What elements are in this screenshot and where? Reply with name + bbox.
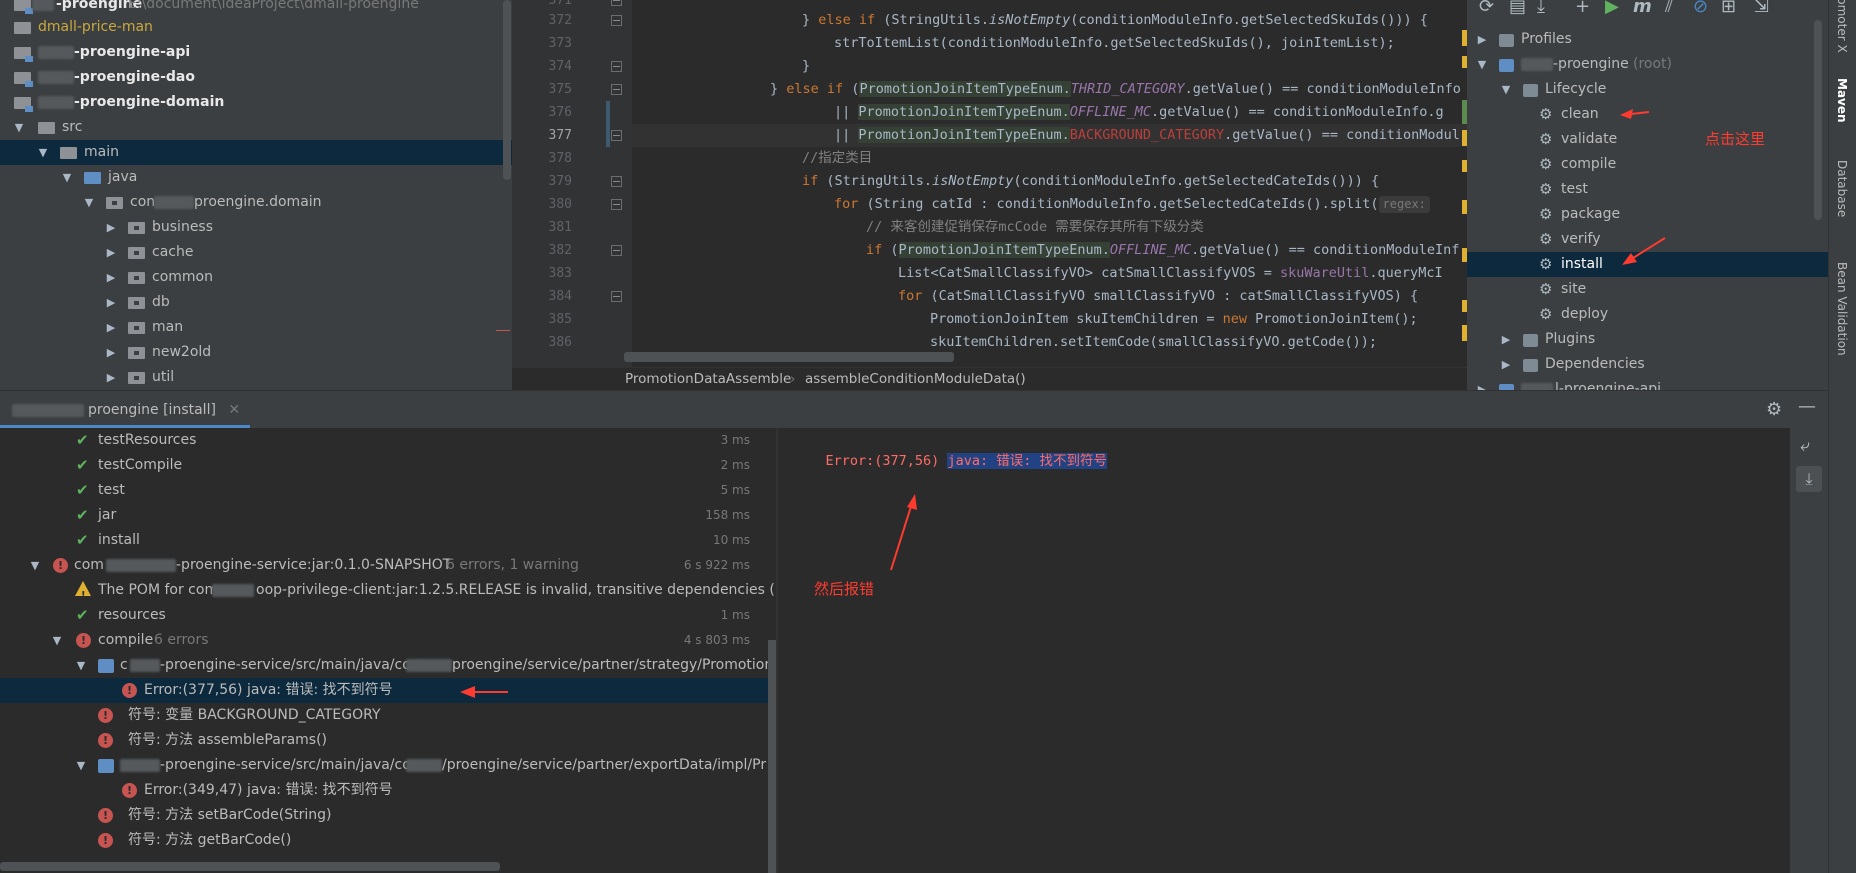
source-folder-icon — [84, 172, 101, 184]
package-icon — [128, 322, 145, 334]
folder-icon — [38, 122, 55, 134]
code-line-374: } — [802, 58, 811, 74]
tree-item-domain[interactable]: -proengine-domain — [0, 90, 512, 115]
right-tool-strip: Key Promoter X Maven Database Bean Valid… — [1828, 0, 1856, 873]
minimize-icon[interactable]: — — [1798, 396, 1816, 417]
chevron-right-icon[interactable]: ▶ — [104, 215, 118, 240]
tree-item-common[interactable]: ▶ common — [0, 265, 512, 290]
chevron-right-icon[interactable]: ▶ — [104, 365, 118, 390]
error-stripe-mark — [496, 330, 510, 331]
chevron-right-icon[interactable]: ▶ — [104, 265, 118, 290]
code-line-379: if (StringUtils.isNotEmpty(conditionModu… — [802, 173, 1380, 189]
project-tool-window: -proengine E:\document\ideaProject\dmall… — [0, 0, 512, 390]
package-icon — [128, 247, 145, 259]
tab-maven[interactable]: Maven — [1835, 78, 1849, 123]
gear-icon[interactable]: ⚙ — [1766, 399, 1782, 420]
tab-bean-validation[interactable]: Bean Validation — [1835, 262, 1849, 356]
tree-item-domain-package[interactable]: ▼ con proengine.domain — [0, 190, 512, 215]
annotation-arrows — [1620, 109, 1666, 265]
annotation-arrow-error-row — [460, 686, 508, 698]
chevron-right-icon[interactable]: ▶ — [104, 290, 118, 315]
code-line-386: skuItemChildren.setItemCode(smallClassif… — [930, 334, 1378, 350]
tree-item-new2old[interactable]: ▶ new2old — [0, 340, 512, 365]
project-scrollbar[interactable] — [503, 0, 511, 180]
chevron-down-icon[interactable]: ▼ — [60, 165, 74, 190]
chevron-down-icon[interactable]: ▼ — [82, 190, 96, 215]
build-tree-scrollbar[interactable] — [768, 640, 776, 873]
tree-item-api[interactable]: -proengine-api — [0, 40, 512, 65]
run-tool-header: proengine [install] ✕ ⚙ — — [0, 390, 1828, 429]
build-tree-horizontal-scrollbar[interactable] — [0, 862, 500, 871]
close-icon[interactable]: ✕ — [228, 402, 240, 418]
fold-icon[interactable] — [611, 291, 622, 302]
code-line-383: List<CatSmallClassifyVO> catSmallClassif… — [898, 265, 1443, 281]
editor-horizontal-scrollbar[interactable] — [624, 352, 954, 362]
code-line-373: strToItemList(conditionModuleInfo.getSel… — [834, 35, 1395, 51]
tree-item-src[interactable]: ▼ src — [0, 115, 512, 140]
package-icon — [128, 297, 145, 309]
chevron-right-icon[interactable]: ▶ — [104, 240, 118, 265]
tree-item-cache[interactable]: ▶ cache — [0, 240, 512, 265]
fold-icon[interactable] — [611, 130, 622, 141]
fold-icon[interactable] — [611, 15, 622, 26]
package-icon — [106, 197, 123, 209]
code-line-375: } else if (PromotionJoinItemTypeEnum.THR… — [770, 81, 1461, 97]
chevron-down-icon[interactable]: ▼ — [12, 115, 26, 140]
code-editor[interactable]: 371 372 373 374 375 376 377 378 379 380 … — [512, 0, 1467, 390]
soft-wrap-icon[interactable]: ⤶ — [1800, 436, 1810, 456]
code-line-377: || PromotionJoinItemTypeEnum.BACKGROUND_… — [632, 124, 1467, 147]
tab-key-promoter[interactable]: Key Promoter X — [1835, 0, 1849, 53]
breadcrumb-class[interactable]: PromotionDataAssemble — [625, 368, 791, 390]
editor-gutter: 371 372 373 374 375 376 377 378 379 380 … — [512, 0, 632, 390]
module-icon — [14, 0, 33, 14]
code-line-381: // 来客创建促销保存mcCode 需要保存其所有下级分类 — [866, 219, 1204, 235]
fold-icon[interactable] — [611, 245, 622, 256]
tree-item-price-man[interactable]: dmall-price-man — [0, 15, 512, 40]
code-line-380: for (String catId : conditionModuleInfo.… — [642, 193, 1430, 216]
fold-icon[interactable] — [611, 0, 622, 6]
code-line-372: } else if (StringUtils.isNotEmpty(condit… — [802, 12, 1428, 28]
code-line-385: PromotionJoinItem skuItemChildren = new … — [930, 311, 1418, 327]
folder-icon — [14, 22, 31, 34]
code-line-384: for (CatSmallClassifyVO smallClassifyVO … — [898, 288, 1419, 304]
package-icon — [128, 372, 145, 384]
tree-item-main[interactable]: ▼ main — [0, 140, 512, 165]
tree-item-java[interactable]: ▼ java — [0, 165, 512, 190]
tree-item-db[interactable]: ▶ db — [0, 290, 512, 315]
tab-database[interactable]: Database — [1835, 160, 1849, 217]
code-line-376: || PromotionJoinItemTypeEnum.OFFLINE_MC.… — [834, 104, 1444, 120]
fold-icon[interactable] — [611, 199, 622, 210]
module-icon — [14, 97, 33, 112]
package-icon — [128, 347, 145, 359]
code-line-382: if (PromotionJoinItemTypeEnum.OFFLINE_MC… — [866, 242, 1460, 258]
fold-icon[interactable] — [611, 61, 622, 72]
chevron-down-icon[interactable]: ▼ — [36, 140, 50, 165]
chevron-right-icon[interactable]: ▶ — [104, 340, 118, 365]
breadcrumb: PromotionDataAssemble › assembleConditio… — [512, 367, 1467, 390]
fold-icon[interactable] — [611, 84, 622, 95]
package-icon — [128, 222, 145, 234]
console-toolbar: ⤶ ⤓ — [1790, 428, 1828, 873]
chevron-right-icon[interactable]: ▶ — [104, 315, 118, 340]
annotation-arrow-console — [890, 494, 917, 571]
run-tab[interactable]: proengine [install] ✕ — [0, 395, 251, 428]
package-icon — [128, 272, 145, 284]
module-icon — [14, 72, 33, 87]
build-console[interactable]: Error:(377,56) java: 错误: 找不到符号 然后报错 — [778, 428, 1790, 873]
tree-item-util[interactable]: ▶ util — [0, 365, 512, 390]
module-icon — [14, 47, 33, 62]
change-marker — [606, 101, 610, 147]
build-tree: ✔ testResources 3 ms ✔ testCompile 2 ms … — [0, 428, 776, 873]
code-line-378: //指定类目 — [802, 150, 873, 166]
fold-icon[interactable] — [611, 176, 622, 187]
tree-item-dao[interactable]: -proengine-dao — [0, 65, 512, 90]
scroll-to-end-icon[interactable]: ⤓ — [1796, 466, 1822, 492]
parameter-hint: regex: — [1378, 196, 1430, 213]
folder-icon — [60, 147, 77, 159]
tree-item-business[interactable]: ▶ business — [0, 215, 512, 240]
maven-tool-window: ⟳ ▤ ⤓ + ▶ m ⫽ ⊘ ⊞ ⇲ ▶ Profiles ▼ -proeng… — [1467, 0, 1828, 390]
breadcrumb-method[interactable]: assembleConditionModuleData() — [805, 368, 1026, 390]
tree-item-man[interactable]: ▶ man — [0, 315, 512, 340]
